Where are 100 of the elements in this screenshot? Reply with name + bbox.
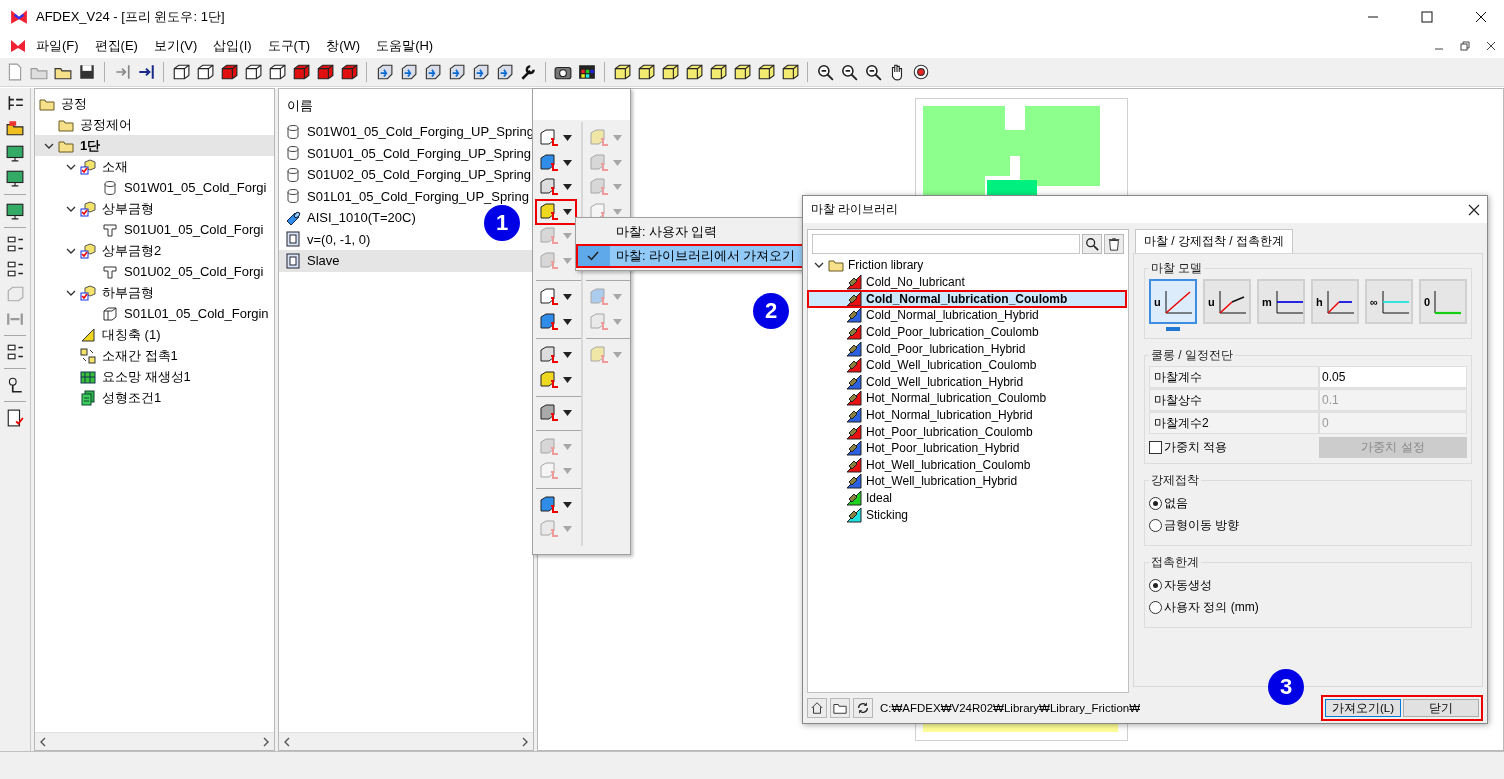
tree-item[interactable]: S01W01_05_Cold_Forgi (122, 179, 269, 196)
scroll-right-icon[interactable] (521, 736, 529, 747)
tree-item[interactable]: Hot_Well_lubrication_Hybrid (866, 474, 1018, 489)
cube-icon[interactable] (709, 63, 727, 81)
tab[interactable]: 마찰 / 강제접착 / 접촉한계 (1135, 229, 1293, 253)
cube-icon[interactable] (685, 63, 703, 81)
list-icon[interactable] (6, 235, 24, 253)
tree-item[interactable]: Ideal (866, 491, 893, 505)
tree-view-icon[interactable] (6, 94, 24, 112)
chevron-down-icon[interactable] (814, 260, 824, 270)
menu-item[interactable]: 삽입(I) (207, 35, 258, 57)
list-item[interactable]: S01L01_05_Cold_Forging_UP_Spring (305, 187, 531, 205)
cube-icon[interactable] (661, 63, 679, 81)
view-cube-icon[interactable] (423, 63, 441, 81)
monitor-icon[interactable] (6, 144, 24, 162)
tree-item[interactable]: Cold_No_lubricant (866, 275, 965, 290)
tree-item[interactable]: 상부금형2 (100, 240, 164, 261)
tree-item[interactable]: S01U01_05_Cold_Forgi (122, 221, 266, 238)
color-grid-icon[interactable] (578, 63, 596, 81)
horizontal-scrollbar[interactable] (279, 732, 533, 750)
cube-icon[interactable] (220, 63, 238, 81)
checkbox[interactable] (1149, 441, 1162, 454)
tree-item[interactable]: 공정제어 (78, 114, 134, 135)
tree-item[interactable]: S01L01_05_Cold_Forgin (122, 305, 271, 322)
model-button[interactable]: h (1311, 279, 1359, 324)
scroll-left-icon[interactable] (39, 736, 47, 747)
radio-button[interactable] (1149, 497, 1162, 510)
view-cube-icon[interactable] (399, 63, 417, 81)
menu-item[interactable]: 편집(E) (88, 35, 144, 57)
close-icon[interactable] (1467, 202, 1481, 217)
tool-button[interactable] (536, 199, 576, 224)
tree-item[interactable]: 요소망 재생성1 (100, 366, 193, 387)
checklist-icon[interactable] (6, 409, 24, 427)
monitor-icon[interactable] (6, 202, 24, 220)
tree-item[interactable]: Cold_Well_lubrication_Coulomb (866, 358, 1037, 373)
view-cube-icon[interactable] (375, 63, 393, 81)
radio-button[interactable] (1149, 519, 1162, 532)
radio-button[interactable] (1149, 601, 1162, 614)
model-button[interactable]: m (1257, 279, 1305, 324)
tree-item[interactable]: 대칭축 (1) (100, 324, 163, 345)
tree-item[interactable]: 상부금형 (100, 198, 156, 219)
cube-icon[interactable] (781, 63, 799, 81)
menu-item[interactable]: 보기(V) (147, 35, 204, 57)
list-item[interactable]: Slave (305, 252, 342, 270)
target-icon[interactable] (912, 63, 930, 81)
zoom-icon[interactable] (864, 63, 882, 81)
view-cube-icon[interactable] (471, 63, 489, 81)
folder-button[interactable] (830, 698, 850, 718)
model-button[interactable]: u (1149, 279, 1197, 324)
cube-icon[interactable] (613, 63, 631, 81)
list-item[interactable]: v=(0, -1, 0) (305, 230, 373, 248)
column-header[interactable]: 이름 (279, 93, 533, 121)
dialog-button[interactable]: 닫기 (1403, 699, 1479, 717)
search-field[interactable] (812, 234, 1080, 254)
cube-icon[interactable] (757, 63, 775, 81)
tree-item[interactable]: S01U02_05_Cold_Forgi (122, 263, 266, 280)
menu-item[interactable]: 도움말(H) (370, 35, 440, 57)
delete-button[interactable] (1104, 234, 1124, 254)
tree-item[interactable]: Cold_Normal_lubrication_Hybrid (866, 308, 1039, 323)
folder-icon[interactable] (6, 119, 24, 137)
scroll-left-icon[interactable] (283, 736, 291, 747)
import-icon[interactable] (113, 63, 131, 81)
tree-item[interactable]: 하부금형 (100, 282, 156, 303)
cube-icon[interactable] (637, 63, 655, 81)
tree-item[interactable]: Friction library (848, 258, 924, 272)
list-item[interactable]: S01U01_05_Cold_Forging_UP_Spring (305, 144, 533, 162)
cube-icon[interactable] (244, 63, 262, 81)
tree-item[interactable]: Hot_Poor_lubrication_Hybrid (866, 441, 1020, 456)
home-button[interactable] (807, 698, 827, 718)
list-icon[interactable] (6, 260, 24, 278)
tree-item[interactable]: Cold_Well_lubrication_Hybrid (866, 374, 1024, 389)
tree-item[interactable]: 1단 (78, 135, 103, 156)
zoom-icon[interactable] (816, 63, 834, 81)
tree-item[interactable]: Hot_Normal_lubrication_Coulomb (866, 391, 1047, 406)
cube-icon[interactable] (340, 63, 358, 81)
save-icon[interactable] (78, 63, 96, 81)
list-icon[interactable] (6, 343, 24, 361)
tree-item[interactable]: Hot_Normal_lubrication_Hybrid (866, 408, 1033, 423)
file-icon[interactable] (6, 63, 24, 81)
horizontal-scrollbar[interactable] (35, 732, 274, 750)
menu-item[interactable]: 도구(T) (261, 35, 317, 57)
menu-item[interactable]: 마찰: 사용자 입력 (610, 223, 718, 241)
view-cube-icon[interactable] (495, 63, 513, 81)
pointer-icon[interactable] (6, 376, 24, 394)
view-cube-icon[interactable] (447, 63, 465, 81)
scroll-right-icon[interactable] (262, 736, 270, 747)
dialog-button[interactable]: 가져오기(L) (1325, 699, 1401, 717)
wrench-icon[interactable] (519, 63, 537, 81)
tree-item[interactable]: Cold_Poor_lubrication_Coulomb (866, 325, 1039, 340)
monitor-icon[interactable] (6, 169, 24, 187)
tree-item[interactable]: 소재 (100, 156, 130, 177)
tree-item[interactable]: 공정 (59, 93, 89, 114)
list-item[interactable]: AISI_1010(T=20C) (305, 209, 418, 227)
radio-button[interactable] (1149, 579, 1162, 592)
menu-item[interactable]: 창(W) (320, 35, 367, 57)
zoom-icon[interactable] (840, 63, 858, 81)
search-button[interactable] (1082, 234, 1102, 254)
cube-icon[interactable] (733, 63, 751, 81)
tree-item[interactable]: 성형조건1 (100, 387, 164, 408)
list-item[interactable]: S01W01_05_Cold_Forging_UP_Spring (305, 123, 533, 141)
